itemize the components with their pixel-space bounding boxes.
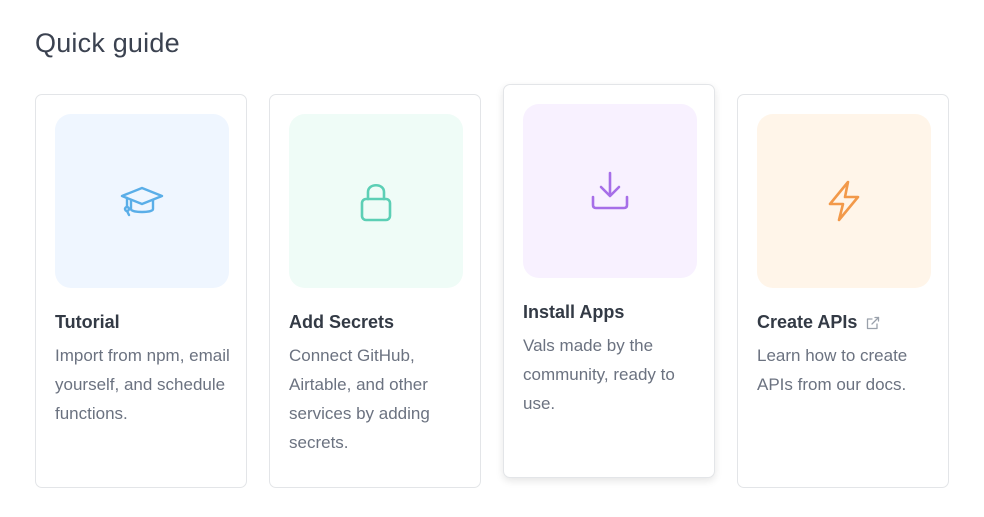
card-title: Create APIs: [757, 312, 881, 333]
card-create-apis[interactable]: Create APIs Learn how to create APIs fro…: [737, 94, 949, 488]
graduation-cap-icon: [118, 177, 166, 225]
card-title: Add Secrets: [289, 312, 394, 333]
lock-icon: [352, 177, 400, 225]
card-description: Import from npm, email yourself, and sch…: [55, 346, 230, 423]
card-title-text: Add Secrets: [289, 312, 395, 332]
card-title: Install Apps: [523, 302, 624, 323]
download-icon: [586, 167, 634, 215]
external-link-icon: [865, 315, 881, 331]
card-install-apps[interactable]: Install Apps Vals made by the community,…: [503, 84, 715, 478]
lightning-icon: [820, 177, 868, 225]
create-apis-icon-tile: [757, 114, 931, 288]
card-title: Tutorial: [55, 312, 120, 333]
card-title-text: Install Apps: [523, 302, 625, 322]
add-secrets-icon-tile: [289, 114, 463, 288]
card-title-text: Tutorial: [55, 312, 120, 332]
card-tutorial[interactable]: Tutorial Import from npm, email yourself…: [35, 94, 247, 488]
card-description: Learn how to create APIs from our docs.: [757, 346, 908, 394]
install-apps-icon-tile: [523, 104, 697, 278]
card-description: Connect GitHub, Airtable, and other serv…: [289, 346, 430, 452]
card-description: Vals made by the community, ready to use…: [523, 336, 675, 413]
card-title-text: Create APIs: [757, 312, 858, 332]
page-title: Quick guide: [35, 28, 180, 58]
tutorial-icon-tile: [55, 114, 229, 288]
card-add-secrets[interactable]: Add Secrets Connect GitHub, Airtable, an…: [269, 94, 481, 488]
